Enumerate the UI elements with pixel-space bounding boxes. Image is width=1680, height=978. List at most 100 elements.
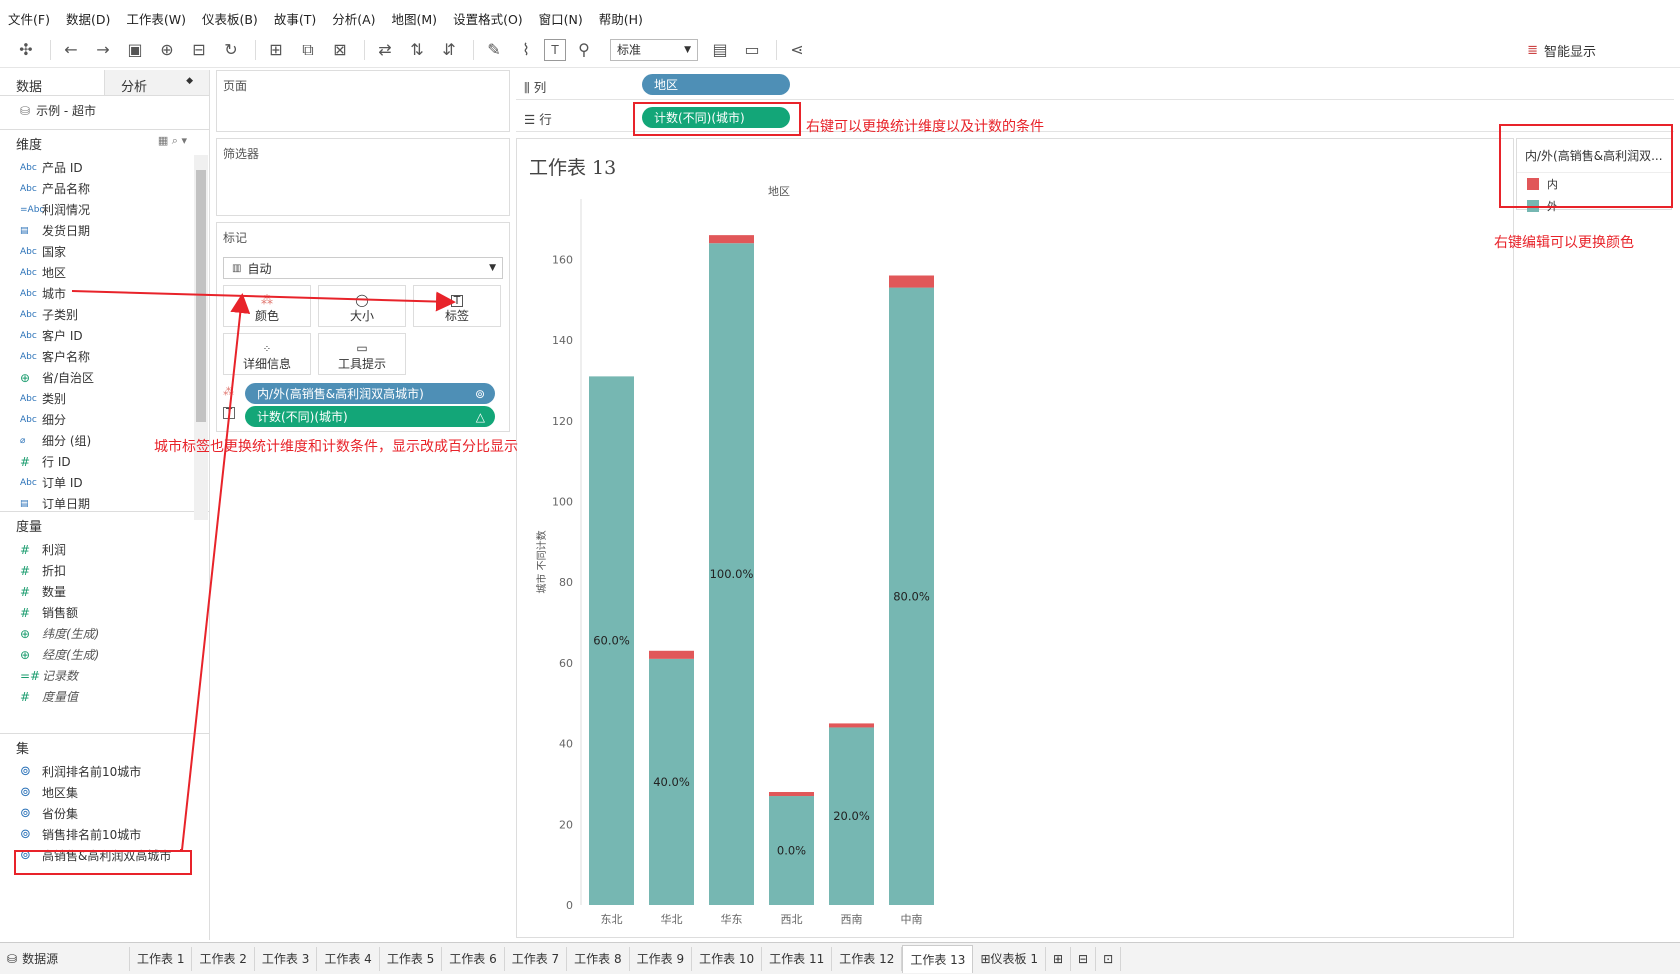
- undo-icon[interactable]: ←: [57, 37, 85, 63]
- tab-datasource[interactable]: ⛁ 数据源: [0, 946, 130, 971]
- menu-item[interactable]: 设置格式(O): [453, 9, 523, 28]
- scrollbar-thumb[interactable]: [196, 170, 206, 422]
- tab-data[interactable]: 数据: [0, 70, 104, 95]
- menu-item[interactable]: 分析(A): [332, 9, 375, 28]
- sheet-tab[interactable]: 工作表 4: [317, 946, 380, 971]
- view-toggle-icon[interactable]: ▦: [158, 134, 168, 147]
- tab-analysis[interactable]: 分析 ◆: [104, 70, 209, 95]
- field-item[interactable]: Abc 城市: [0, 283, 209, 304]
- new-dashboard-tab-icon[interactable]: ⊟: [1071, 946, 1097, 971]
- field-item[interactable]: Abc 类别: [0, 388, 209, 409]
- columns-pill[interactable]: 地区: [642, 74, 790, 95]
- field-item[interactable]: Abc 产品 ID: [0, 157, 209, 178]
- menu-arrow-icon[interactable]: ▾: [181, 134, 187, 147]
- sheet-tab[interactable]: 工作表 6: [442, 946, 505, 971]
- save-icon[interactable]: ▣: [121, 37, 149, 63]
- sheet-tab[interactable]: 工作表 12: [832, 946, 903, 971]
- new-worksheet-icon[interactable]: ⊞: [262, 37, 290, 63]
- field-item[interactable]: =# 记录数: [0, 665, 209, 686]
- field-item[interactable]: ⊕ 省/自治区: [0, 367, 209, 388]
- set-item[interactable]: ⊚ 省份集: [0, 803, 209, 824]
- swap-rows-columns-icon[interactable]: ⇄: [371, 37, 399, 63]
- menu-item[interactable]: 帮助(H): [599, 9, 643, 28]
- new-worksheet-tab-icon[interactable]: ⊞: [1046, 946, 1072, 971]
- menu-item[interactable]: 窗口(N): [539, 9, 583, 28]
- new-datasource-icon[interactable]: ⊕: [153, 37, 181, 63]
- pages-card[interactable]: 页面: [216, 70, 510, 132]
- field-item[interactable]: ⊕ 经度(生成): [0, 644, 209, 665]
- sheet-tab[interactable]: 工作表 8: [567, 946, 630, 971]
- datasource-pause-icon[interactable]: ⊟: [185, 37, 213, 63]
- label-pill[interactable]: 计数(不同)(城市) △: [245, 406, 495, 427]
- field-item[interactable]: Abc 产品名称: [0, 178, 209, 199]
- menu-item[interactable]: 文件(F): [8, 9, 50, 28]
- menu-item[interactable]: 工作表(W): [126, 9, 186, 28]
- presentation-mode-icon[interactable]: ▭: [738, 37, 766, 63]
- field-item[interactable]: Abc 细分: [0, 409, 209, 430]
- filters-card[interactable]: 筛选器: [216, 138, 510, 216]
- color-button[interactable]: ⁂ 颜色: [223, 285, 311, 327]
- y-tick-label: 20: [559, 818, 573, 831]
- field-item[interactable]: # 数量: [0, 581, 209, 602]
- field-item[interactable]: Abc 国家: [0, 241, 209, 262]
- sheet-tab[interactable]: 工作表 11: [762, 946, 833, 971]
- datasource-item[interactable]: ⛁ 示例 - 超市: [0, 96, 209, 125]
- color-pill[interactable]: 内/外(高销售&高利润双高城市) ⊚: [245, 383, 495, 404]
- field-item[interactable]: Abc 订单 ID: [0, 472, 209, 493]
- sheet-tab[interactable]: 工作表 3: [255, 946, 318, 971]
- set-item[interactable]: ⊚ 地区集: [0, 782, 209, 803]
- tableau-logo-icon[interactable]: ✣: [12, 37, 40, 63]
- mark-type-select[interactable]: ▥ 自动 ▼: [223, 257, 503, 279]
- show-cards-icon[interactable]: ▤: [706, 37, 734, 63]
- sort-ascending-icon[interactable]: ⇅: [403, 37, 431, 63]
- field-item[interactable]: ⊕ 纬度(生成): [0, 623, 209, 644]
- set-item[interactable]: ⊚ 利润排名前10城市: [0, 761, 209, 782]
- field-item[interactable]: ▤ 发货日期: [0, 220, 209, 241]
- columns-shelf[interactable]: ⫼ 列 地区: [516, 70, 1674, 100]
- field-item[interactable]: Abc 子类别: [0, 304, 209, 325]
- field-label: 地区: [42, 266, 67, 280]
- group-members-icon[interactable]: ⌇: [512, 37, 540, 63]
- menu-item[interactable]: 地图(M): [392, 9, 438, 28]
- tooltip-button[interactable]: ▭ 工具提示: [318, 333, 406, 375]
- clear-sheet-icon[interactable]: ⊠: [326, 37, 354, 63]
- detail-button[interactable]: ⁘ 详细信息: [223, 333, 311, 375]
- sheet-tab[interactable]: 工作表 13: [902, 944, 974, 973]
- new-story-tab-icon[interactable]: ⊡: [1096, 946, 1122, 971]
- sort-descending-icon[interactable]: ⇵: [435, 37, 463, 63]
- size-button[interactable]: ◯ 大小: [318, 285, 406, 327]
- show-me-button[interactable]: ≣ 智能显示: [1527, 41, 1596, 60]
- sheet-tab[interactable]: 工作表 10: [692, 946, 763, 971]
- field-item[interactable]: # 利润: [0, 539, 209, 560]
- sheet-tab[interactable]: 工作表 1: [130, 946, 193, 971]
- redo-icon[interactable]: →: [89, 37, 117, 63]
- sheet-tab[interactable]: ⊞ 仪表板 1: [973, 946, 1046, 971]
- field-label: 省/自治区: [42, 371, 95, 385]
- set-item[interactable]: ⊚ 销售排名前10城市: [0, 824, 209, 845]
- refresh-icon[interactable]: ↻: [217, 37, 245, 63]
- field-item[interactable]: Abc 客户名称: [0, 346, 209, 367]
- field-item[interactable]: =Abc 利润情况: [0, 199, 209, 220]
- sheet-tab[interactable]: 工作表 2: [192, 946, 255, 971]
- share-icon[interactable]: ⋖: [783, 37, 811, 63]
- field-item[interactable]: Abc 客户 ID: [0, 325, 209, 346]
- x-tick-label: 华东: [721, 912, 743, 926]
- menu-item[interactable]: 仪表板(B): [202, 9, 258, 28]
- field-item[interactable]: # 销售额: [0, 602, 209, 623]
- highlight-icon[interactable]: ✎: [480, 37, 508, 63]
- field-item[interactable]: # 折扣: [0, 560, 209, 581]
- field-item[interactable]: Abc 地区: [0, 262, 209, 283]
- fit-select[interactable]: 标准 ▼: [610, 38, 698, 61]
- sheet-tab[interactable]: 工作表 9: [630, 946, 693, 971]
- field-item[interactable]: # 度量值: [0, 686, 209, 707]
- search-icon[interactable]: ⌕: [172, 134, 178, 147]
- menu-item[interactable]: 数据(D): [66, 9, 110, 28]
- menu-item[interactable]: 故事(T): [274, 9, 316, 28]
- field-item[interactable]: ▤ 订单日期: [0, 493, 209, 511]
- show-mark-labels-icon[interactable]: T: [544, 38, 566, 61]
- fix-axes-icon[interactable]: ⚲: [570, 37, 598, 63]
- sheet-tab[interactable]: 工作表 5: [380, 946, 443, 971]
- sheet-tab[interactable]: 工作表 7: [505, 946, 568, 971]
- label-button[interactable]: T 标签: [413, 285, 501, 327]
- duplicate-sheet-icon[interactable]: ⧉: [294, 37, 322, 63]
